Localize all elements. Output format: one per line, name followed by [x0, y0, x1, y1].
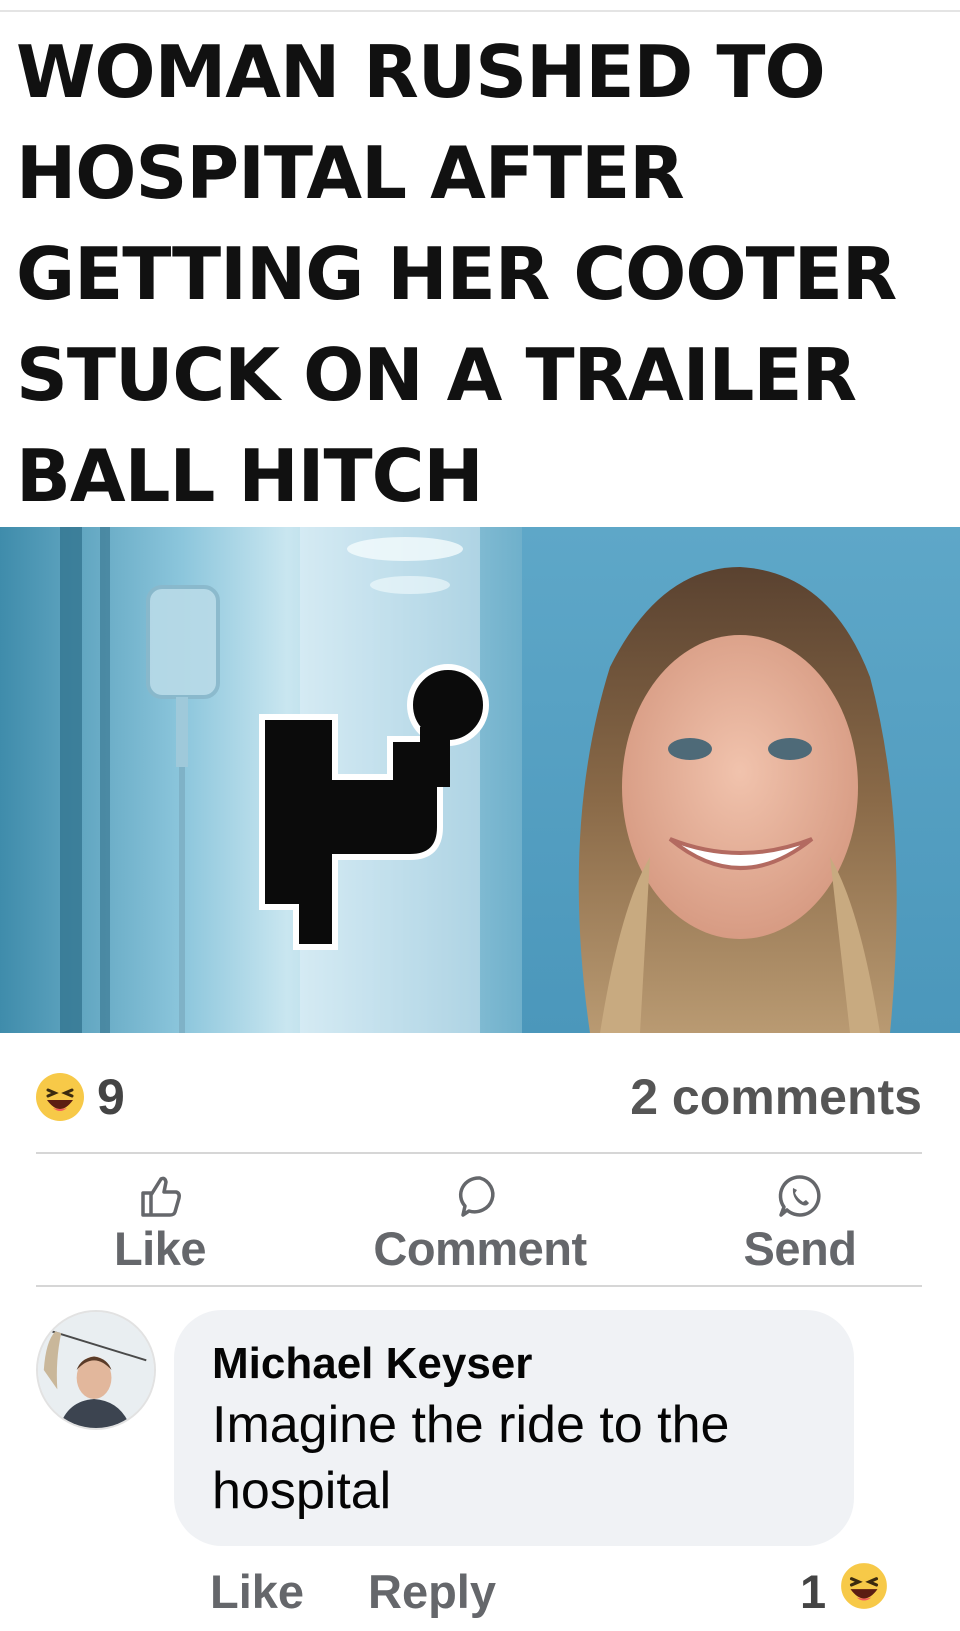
post-image[interactable]: WOMAN RUSHED TO HOSPITAL AFTER GETTING H… — [0, 0, 960, 1033]
thumbs-up-icon — [141, 1176, 181, 1217]
comment-like-button[interactable]: Like — [210, 1564, 304, 1620]
meme-headline: WOMAN RUSHED TO HOSPITAL AFTER GETTING H… — [16, 30, 897, 518]
image-top-border — [0, 10, 960, 12]
comment-reply-button[interactable]: Reply — [368, 1564, 496, 1620]
comments-count-link[interactable]: 2 comments — [630, 1071, 922, 1123]
avatar-photo — [38, 1312, 154, 1428]
haha-emoji-icon[interactable] — [838, 1560, 890, 1612]
send-label: Send — [743, 1222, 857, 1275]
meme-photo — [0, 527, 960, 1033]
comment-reaction-count[interactable]: 1 — [800, 1564, 826, 1620]
reaction-count[interactable]: 9 — [97, 1071, 125, 1123]
post-action-bar: Like Comment Send — [0, 1155, 960, 1283]
comment-bubble[interactable]: Michael Keyser Imagine the ride to the h… — [174, 1310, 854, 1546]
like-label: Like — [113, 1222, 207, 1275]
send-button[interactable]: Send — [650, 1173, 950, 1275]
action-bar-divider — [36, 1285, 922, 1287]
reaction-summary: 9 2 comments — [0, 1033, 960, 1153]
comment-actions: Like Reply 1 — [0, 1558, 960, 1628]
comment-text: Imagine the ride to the hospital — [212, 1396, 730, 1520]
haha-emoji-icon[interactable] — [35, 1072, 85, 1122]
comment-label: Comment — [373, 1222, 587, 1275]
comment-bubble-icon — [458, 1176, 495, 1217]
comment-author[interactable]: Michael Keyser — [212, 1338, 532, 1390]
summary-divider — [36, 1152, 922, 1154]
whatsapp-icon — [778, 1175, 821, 1217]
like-button[interactable]: Like — [10, 1173, 310, 1275]
commenter-avatar[interactable] — [36, 1310, 156, 1430]
comment-button[interactable]: Comment — [330, 1173, 630, 1275]
